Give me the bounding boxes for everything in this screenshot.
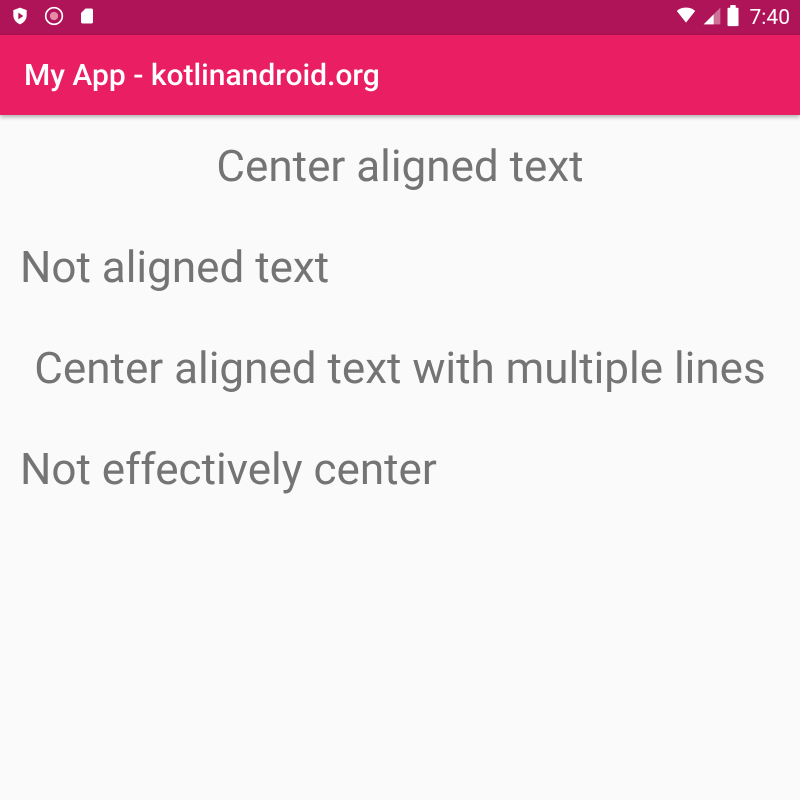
app-title: My App - kotlinandroid.org — [24, 58, 380, 93]
content-area: Center aligned text Not aligned text Cen… — [0, 115, 800, 567]
signal-icon — [702, 6, 722, 30]
app-bar: My App - kotlinandroid.org — [0, 35, 800, 115]
shield-icon — [10, 5, 30, 31]
text-left-1: Not aligned text — [20, 240, 780, 295]
status-bar-right: 7:40 — [674, 5, 791, 31]
text-center-multiline: Center aligned text with multiple lines — [20, 341, 780, 396]
text-left-2: Not effectively center — [20, 442, 780, 497]
text-center-1: Center aligned text — [20, 139, 780, 194]
status-clock: 7:40 — [750, 6, 791, 30]
wifi-icon — [674, 6, 698, 30]
sd-card-icon — [78, 5, 96, 31]
battery-icon — [726, 5, 740, 31]
record-icon — [44, 6, 64, 30]
status-bar-left — [10, 5, 96, 31]
status-bar: 7:40 — [0, 0, 800, 35]
